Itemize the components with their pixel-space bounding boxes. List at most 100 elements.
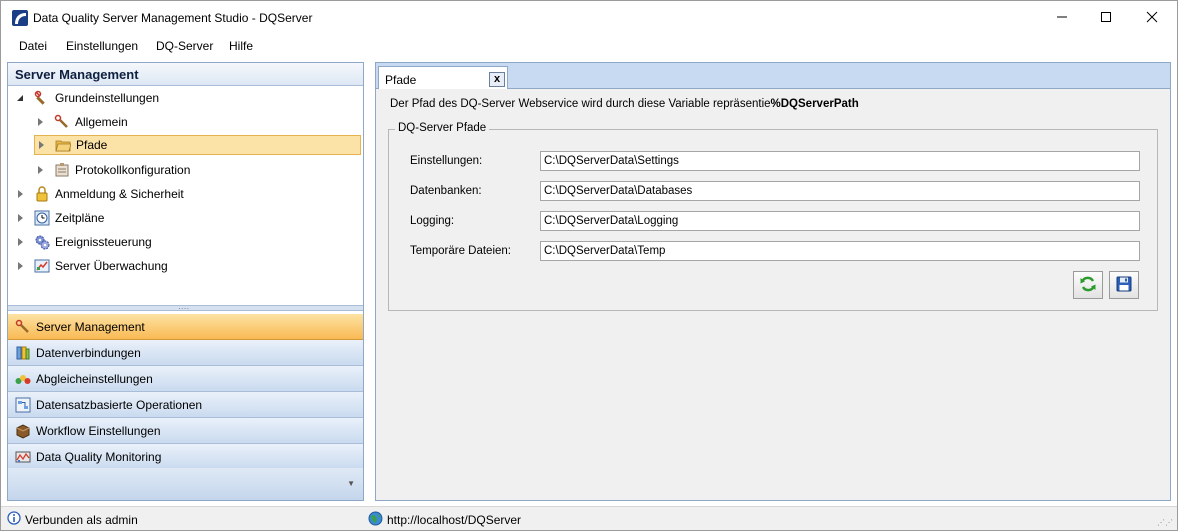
settings-label: Einstellungen: [410, 155, 483, 167]
info-variable: %DQServerPath [770, 98, 859, 110]
wrench-icon [34, 90, 50, 106]
tree-node-pfade[interactable]: Pfade [34, 135, 361, 155]
close-button[interactable] [1129, 1, 1175, 35]
nav-abgleicheinstellungen[interactable]: Abgleicheinstellungen [8, 366, 363, 392]
monitor-icon [34, 258, 50, 274]
refresh-button[interactable] [1073, 271, 1103, 299]
logging-path-input[interactable] [540, 211, 1140, 231]
database-icon [15, 345, 31, 361]
nav-datenverbindungen[interactable]: Datenverbindungen [8, 340, 363, 366]
records-icon [15, 397, 31, 413]
nav-workflow-einstellungen[interactable]: Workflow Einstellungen [8, 418, 363, 444]
menu-hilfe[interactable]: Hilfe [229, 39, 253, 53]
logging-label: Logging: [410, 215, 455, 227]
group-title: DQ-Server Pfade [395, 122, 490, 134]
tree-node-protokollkonfiguration[interactable]: Protokollkonfiguration [34, 160, 190, 180]
tree-label: Zeitpläne [55, 211, 105, 225]
tree-node-server-ueberwachung[interactable]: Server Überwachung [14, 256, 168, 276]
info-text: Der Pfad des DQ-Server Webservice wird d… [390, 98, 859, 110]
paths-group: DQ-Server Pfade Einstellungen: Datenbank… [388, 122, 1158, 311]
app-window: Data Quality Server Management Studio - … [0, 0, 1178, 531]
info-icon [7, 511, 21, 528]
nav-label: Data Quality Monitoring [36, 449, 162, 464]
databases-label: Datenbanken: [410, 185, 482, 197]
log-icon [54, 162, 70, 178]
resize-grip-icon[interactable]: ⋰⋰ [1157, 518, 1173, 527]
nav-label: Datensatzbasierte Operationen [36, 397, 203, 412]
status-connection-text: Verbunden als admin [25, 512, 138, 527]
settings-tree: Grundeinstellungen Allgemein Pfade Proto… [8, 86, 363, 304]
tree-label: Allgemein [75, 115, 128, 129]
save-icon [1116, 276, 1132, 295]
panel-splitter[interactable]: · · · · [8, 304, 363, 313]
clock-icon [34, 210, 50, 226]
settings-path-input[interactable] [540, 151, 1140, 171]
status-url-text: http://localhost/DQServer [387, 513, 522, 527]
gears-icon [34, 234, 50, 250]
menu-einstellungen[interactable]: Einstellungen [66, 39, 138, 53]
nav-data-quality-monitoring[interactable]: Data Quality Monitoring [8, 444, 363, 470]
tab-content: Der Pfad des DQ-Server Webservice wird d… [376, 89, 1170, 500]
expand-arrow-icon[interactable] [14, 212, 26, 224]
expand-arrow-icon[interactable] [35, 139, 47, 151]
tree-node-anmeldung-sicherheit[interactable]: Anmeldung & Sicherheit [14, 184, 184, 204]
chevron-down-icon[interactable]: ▼ [347, 479, 355, 488]
right-panel: Pfade x Der Pfad des DQ-Server Webservic… [375, 62, 1171, 501]
menu-dq-server[interactable]: DQ-Server [156, 39, 213, 53]
wrench-icon [54, 114, 70, 130]
monitoring-icon [15, 449, 31, 465]
title-bar: Data Quality Server Management Studio - … [1, 1, 1177, 35]
collapse-arrow-icon[interactable] [14, 92, 26, 104]
left-panel-header: Server Management [8, 63, 363, 86]
tree-node-zeitplaene[interactable]: Zeitpläne [14, 208, 104, 228]
tree-label: Server Überwachung [55, 259, 168, 273]
temp-files-label: Temporäre Dateien: [410, 245, 511, 257]
nav-label: Datenverbindungen [36, 345, 141, 360]
menu-bar: Datei Einstellungen DQ-Server Hilfe [1, 35, 1177, 57]
status-server-url: http://localhost/DQServer [368, 511, 521, 529]
workflow-icon [15, 423, 31, 439]
expand-arrow-icon[interactable] [34, 116, 46, 128]
globe-icon [368, 511, 383, 529]
tree-label: Pfade [76, 138, 108, 152]
maximize-icon [1100, 11, 1112, 26]
expand-arrow-icon[interactable] [14, 236, 26, 248]
splitter-grip-icon: · · · · [178, 304, 189, 313]
tab-close-button[interactable]: x [489, 72, 505, 87]
tree-node-grundeinstellungen[interactable]: Grundeinstellungen [14, 88, 159, 108]
nav-overflow-area: ▼ [8, 468, 363, 500]
wrench-icon [15, 319, 31, 335]
tree-label: Protokollkonfiguration [75, 163, 191, 177]
menu-datei[interactable]: Datei [19, 39, 47, 53]
tree-label: Grundeinstellungen [55, 91, 160, 105]
close-icon [1146, 11, 1158, 26]
nav-label: Workflow Einstellungen [36, 423, 161, 438]
tab-pfade[interactable]: Pfade x [378, 66, 508, 90]
lock-icon [34, 186, 50, 202]
refresh-icon [1079, 275, 1097, 296]
tree-label: Ereignissteuerung [55, 235, 152, 249]
databases-path-input[interactable] [540, 181, 1140, 201]
status-bar: Verbunden als admin http://localhost/DQS… [1, 506, 1177, 530]
nav-label: Abgleicheinstellungen [36, 371, 153, 386]
nav-label: Server Management [36, 319, 145, 334]
folder-icon [55, 137, 71, 153]
tree-label: Anmeldung & Sicherheit [55, 187, 184, 201]
nav-server-management[interactable]: Server Management [8, 314, 363, 340]
match-icon [15, 371, 31, 387]
tab-strip: Pfade x [376, 63, 1170, 90]
minimize-icon [1056, 11, 1068, 26]
left-panel: Server Management Grundeinstellungen All… [7, 62, 364, 501]
expand-arrow-icon[interactable] [14, 260, 26, 272]
nav-datensatzbasierte-operationen[interactable]: Datensatzbasierte Operationen [8, 392, 363, 418]
temp-path-input[interactable] [540, 241, 1140, 261]
tab-label: Pfade [385, 73, 417, 87]
maximize-button[interactable] [1083, 1, 1129, 35]
expand-arrow-icon[interactable] [14, 188, 26, 200]
window-title: Data Quality Server Management Studio - … [33, 11, 313, 25]
tree-node-ereignissteuerung[interactable]: Ereignissteuerung [14, 232, 152, 252]
expand-arrow-icon[interactable] [34, 164, 46, 176]
tree-node-allgemein[interactable]: Allgemein [34, 112, 128, 132]
minimize-button[interactable] [1039, 1, 1085, 35]
save-button[interactable] [1109, 271, 1139, 299]
